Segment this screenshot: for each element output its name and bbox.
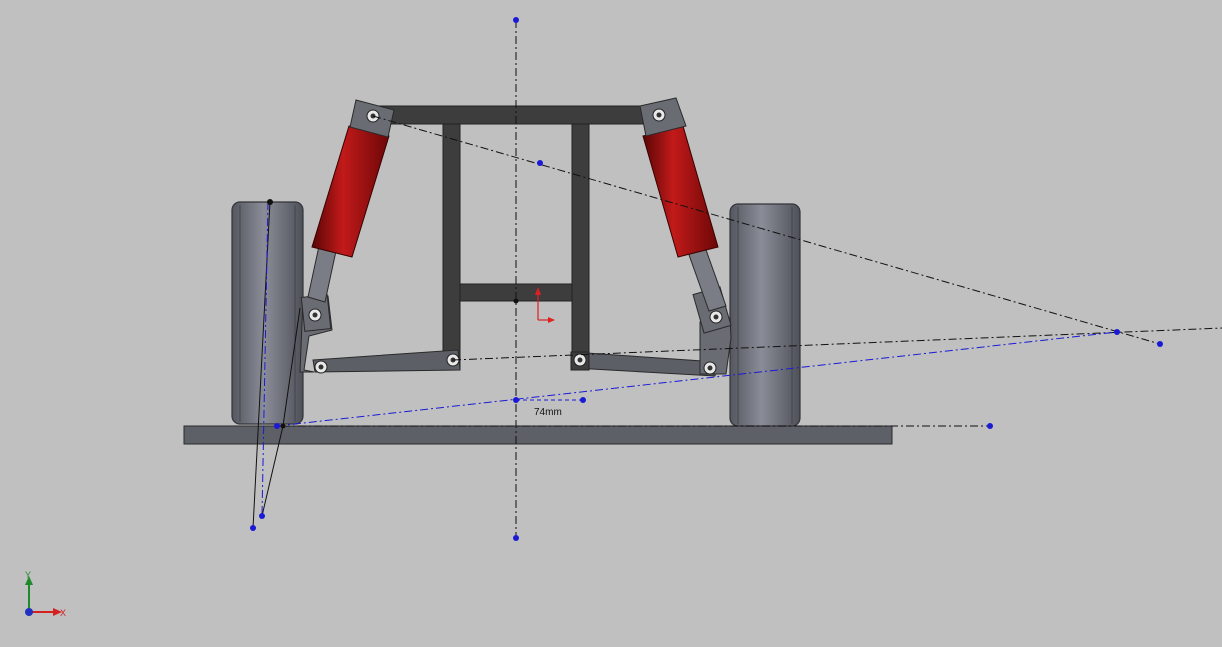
dimension-label[interactable]: 74mm — [534, 407, 562, 418]
right-lower-arm[interactable] — [570, 351, 718, 377]
triad-x-label: X — [60, 608, 66, 618]
sketch-point — [513, 535, 519, 541]
right-shock-absorber[interactable] — [639, 97, 727, 312]
ground-plate[interactable] — [183, 425, 893, 445]
sketch-point — [580, 397, 586, 403]
roll-center-line — [276, 331, 1118, 427]
sketch-point — [280, 423, 286, 429]
sketch-point — [274, 423, 280, 429]
assembly-view[interactable]: 74mm Y X — [0, 0, 1222, 642]
coordinate-triad-icon: Y X — [25, 570, 66, 618]
triad-y-label: Y — [25, 570, 31, 580]
left-lower-arm[interactable] — [312, 349, 461, 374]
sketch-point — [1157, 341, 1163, 347]
sketch-point — [1114, 329, 1120, 335]
frame-top-bar — [371, 105, 651, 125]
right-wheel[interactable] — [729, 203, 801, 427]
sketch-point — [267, 199, 273, 205]
sketch-point — [513, 397, 519, 403]
sketch-point — [259, 513, 265, 519]
cad-graphics-area[interactable]: 74mm Y X — [0, 0, 1222, 642]
frame-right-post — [571, 123, 590, 371]
sketch-point — [987, 423, 993, 429]
chassis-frame[interactable] — [371, 105, 651, 371]
left-shock-absorber[interactable] — [307, 99, 395, 303]
frame-left-post — [442, 123, 461, 371]
sketch-point — [250, 525, 256, 531]
sketch-point — [513, 17, 519, 23]
sketch-point — [513, 298, 519, 304]
sketch-point — [537, 160, 543, 166]
